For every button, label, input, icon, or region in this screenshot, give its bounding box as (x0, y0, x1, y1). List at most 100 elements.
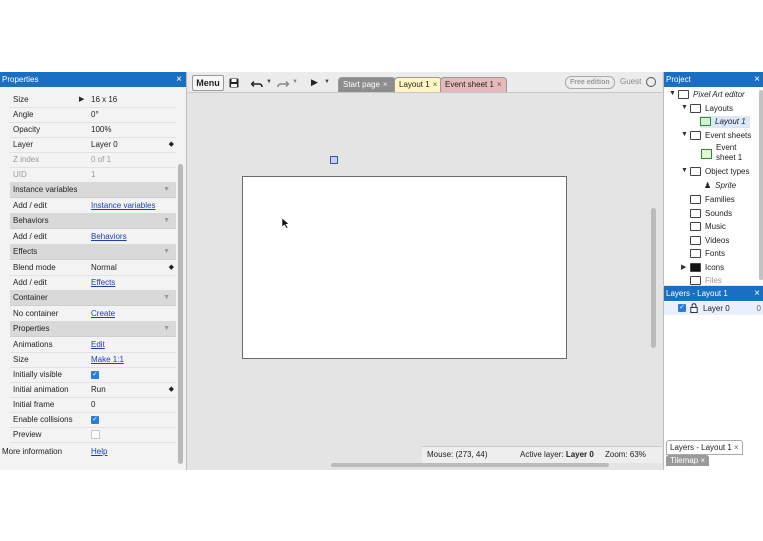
collapse-triangle-icon[interactable]: ▼ (681, 131, 688, 138)
undo-icon[interactable] (251, 77, 263, 91)
select-box[interactable]: Layer 0 ◆ (91, 137, 176, 152)
close-icon[interactable]: × (754, 286, 760, 301)
tree-layout-1[interactable]: Layout 1 (700, 116, 750, 128)
section-instance-variables[interactable]: Instance variables ▼ (10, 182, 176, 198)
tab-start-page[interactable]: Start page × (338, 77, 396, 92)
tree-object-types-folder[interactable]: Object types (690, 166, 749, 178)
status-bar: Mouse: (273, 44) Active layer: Layer 0 Z… (422, 446, 662, 463)
folder-icon (690, 104, 701, 114)
make-1-1-link[interactable]: Make 1:1 (91, 352, 124, 367)
help-link[interactable]: Help (91, 444, 107, 459)
redo-dropdown-icon[interactable]: ▼ (292, 75, 298, 89)
tree-layouts-folder[interactable]: Layouts (690, 103, 733, 115)
collapse-icon[interactable]: ▼ (163, 182, 170, 197)
instance-variables-link[interactable]: Instance variables (91, 198, 155, 213)
sprite-instance[interactable] (330, 156, 338, 164)
collapse-icon[interactable]: ▼ (163, 321, 170, 336)
select-box[interactable]: Normal ◆ (91, 260, 176, 275)
properties-scrollbar[interactable] (178, 164, 183, 464)
layout-canvas[interactable] (242, 176, 567, 359)
prop-label: Size (13, 355, 29, 364)
prop-row-initial-animation[interactable]: Initial animation Run ◆ (10, 382, 176, 398)
redo-icon[interactable] (277, 77, 289, 91)
collapse-icon[interactable]: ▼ (163, 244, 170, 259)
tree-sprite[interactable]: ♟ Sprite (704, 180, 736, 192)
tree-project-root[interactable]: Pixel Art editor (678, 89, 745, 101)
close-tab-icon[interactable]: × (700, 456, 705, 465)
enable-collisions-checkbox[interactable]: ✓ (91, 412, 99, 427)
tab-layers-layout-1[interactable]: Layers - Layout 1 × (666, 440, 743, 455)
close-icon[interactable]: × (176, 72, 182, 87)
prop-row-size[interactable]: Size ▶ 16 x 16 (10, 92, 176, 108)
tree-event-sheet-1[interactable]: Event sheet 1 (716, 143, 742, 163)
tab-event-sheet-1[interactable]: Event sheet 1 × (440, 77, 507, 92)
select-box[interactable]: Run ◆ (91, 382, 176, 397)
collapse-triangle-icon[interactable]: ▼ (669, 90, 676, 97)
sprite-icon: ♟ (704, 181, 712, 190)
guest-label[interactable]: Guest (620, 76, 641, 87)
tab-tilemap[interactable]: Tilemap × (666, 455, 710, 466)
tree-families[interactable]: Families (690, 194, 735, 206)
properties-title: Properties (2, 75, 39, 84)
tree-files[interactable]: Files (690, 275, 722, 285)
prop-row-layer[interactable]: Layer Layer 0 ◆ (10, 137, 176, 153)
layout-view[interactable] (188, 93, 662, 467)
prop-row-blend-mode[interactable]: Blend mode Normal ◆ (10, 260, 176, 276)
free-edition-badge[interactable]: Free edition (565, 76, 615, 89)
tree-event-sheets-folder[interactable]: Event sheets (690, 130, 751, 142)
play-dropdown-icon[interactable]: ▼ (324, 75, 330, 89)
layer-visible-checkbox[interactable]: ✓ (678, 304, 686, 312)
tree-fonts[interactable]: Fonts (690, 248, 725, 260)
tree-label: Fonts (705, 249, 726, 258)
tree-videos[interactable]: Videos (690, 235, 729, 247)
expand-triangle-icon[interactable]: ▶ (681, 263, 686, 271)
section-properties[interactable]: Properties ▼ (10, 321, 176, 337)
section-container[interactable]: Container ▼ (10, 290, 176, 306)
prop-value[interactable]: 16 x 16 (91, 92, 117, 107)
save-icon[interactable] (229, 76, 239, 90)
prop-label: Add / edit (13, 232, 47, 241)
preview-checkbox[interactable] (91, 427, 100, 442)
effects-link[interactable]: Effects (91, 275, 115, 290)
tree-music[interactable]: Music (690, 221, 726, 233)
user-avatar-icon[interactable] (646, 77, 656, 87)
initially-visible-checkbox[interactable]: ✓ (91, 367, 99, 382)
tree-icons[interactable]: Icons (690, 262, 724, 274)
prop-row-angle[interactable]: Angle 0° (10, 107, 176, 123)
collapse-triangle-icon[interactable]: ▼ (681, 104, 688, 111)
collapse-triangle-icon[interactable]: ▼ (681, 167, 688, 174)
tab-layout-1[interactable]: Layout 1 × (394, 77, 442, 92)
layer-row-layer-0[interactable]: ✓ Layer 0 0 (664, 302, 763, 315)
expand-triangle-icon[interactable]: ▶ (79, 92, 84, 107)
close-tab-icon[interactable]: × (734, 443, 739, 452)
behaviors-link[interactable]: Behaviors (91, 229, 127, 244)
tab-label: Layers - Layout 1 (670, 443, 732, 452)
vertical-scrollbar[interactable] (651, 208, 656, 348)
horizontal-scrollbar[interactable] (331, 463, 609, 467)
lock-icon[interactable] (690, 303, 698, 313)
close-tab-icon[interactable]: × (497, 80, 502, 89)
prop-value[interactable]: 0° (91, 107, 99, 122)
tree-sounds[interactable]: Sounds (690, 208, 732, 220)
prop-label: Initial frame (13, 400, 55, 409)
undo-dropdown-icon[interactable]: ▼ (266, 75, 272, 89)
close-icon[interactable]: × (754, 72, 760, 87)
layers-header: Layers - Layout 1 × (664, 286, 763, 301)
collapse-icon[interactable]: ▼ (163, 213, 170, 228)
menu-button[interactable]: Menu (192, 75, 224, 91)
prop-value[interactable]: 100% (91, 122, 111, 137)
create-container-link[interactable]: Create (91, 306, 115, 321)
project-scrollbar[interactable] (759, 90, 763, 280)
close-tab-icon[interactable]: × (383, 80, 388, 89)
play-icon[interactable]: ▶ (311, 75, 318, 89)
layers-title: Layers - Layout 1 (666, 289, 728, 298)
prop-row-initial-frame[interactable]: Initial frame 0 (10, 397, 176, 413)
section-effects[interactable]: Effects ▼ (10, 244, 176, 260)
prop-row-opacity[interactable]: Opacity 100% (10, 122, 176, 138)
collapse-icon[interactable]: ▼ (163, 290, 170, 305)
close-tab-icon[interactable]: × (433, 80, 438, 89)
prop-value[interactable]: 0 (91, 397, 95, 412)
prop-label: Add / edit (13, 278, 47, 287)
edit-animations-link[interactable]: Edit (91, 337, 105, 352)
section-behaviors[interactable]: Behaviors ▼ (10, 213, 176, 229)
